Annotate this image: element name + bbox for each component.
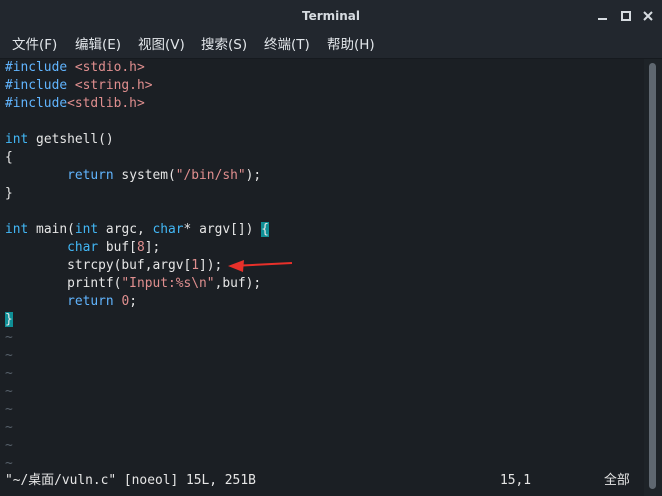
code-line-7: return system("/bin/sh"); <box>67 168 262 183</box>
code-line-1: #include <stdio.h> <box>5 60 145 75</box>
scrollbar[interactable] <box>644 59 662 496</box>
code-line-6: { <box>5 150 13 165</box>
code-line-13: printf("Input:%s\n",buf); <box>5 276 262 291</box>
maximize-icon <box>621 11 631 21</box>
empty-line-tilde: ~ <box>5 456 13 471</box>
status-file-info: "~/桌面/vuln.c" [noeol] 15L, 251B <box>5 473 256 488</box>
code-line-14: return 0; <box>67 294 137 309</box>
title-bar: Terminal <box>0 0 662 32</box>
matching-brace-highlight: { <box>261 222 269 237</box>
menu-search[interactable]: 搜索(S) <box>201 32 247 58</box>
code-line-2: #include <string.h> <box>5 78 153 93</box>
code-line-5: int getshell() <box>5 132 114 147</box>
terminal-area[interactable]: #include <stdio.h> #include <string.h> #… <box>0 59 644 496</box>
status-cursor-position: 15,1 <box>500 473 532 488</box>
code-line-10: int main(int argc, char* argv[]) { <box>5 222 269 237</box>
empty-line-tilde: ~ <box>5 402 13 417</box>
menu-view[interactable]: 视图(V) <box>138 32 185 58</box>
maximize-button[interactable] <box>619 9 633 23</box>
minimize-button[interactable] <box>596 9 610 23</box>
text-cursor: } <box>5 312 13 327</box>
empty-line-tilde: ~ <box>5 330 13 345</box>
menu-edit[interactable]: 编辑(E) <box>75 32 121 58</box>
menu-terminal[interactable]: 终端(T) <box>264 32 310 58</box>
code-line-11: char buf[8]; <box>67 240 161 255</box>
close-button[interactable] <box>641 9 655 23</box>
code-line-3: #include<stdlib.h> <box>5 96 145 111</box>
empty-line-tilde: ~ <box>5 438 13 453</box>
empty-line-tilde: ~ <box>5 384 13 399</box>
window-title: Terminal <box>301 9 361 23</box>
empty-line-tilde: ~ <box>5 348 13 363</box>
empty-line-tilde: ~ <box>5 366 13 381</box>
red-arrow-annotation <box>228 260 293 272</box>
empty-line-tilde: ~ <box>5 420 13 435</box>
close-icon <box>643 11 653 21</box>
menu-file[interactable]: 文件(F) <box>12 32 57 58</box>
code-line-15: } <box>5 311 13 329</box>
status-scroll-indicator: 全部 <box>604 473 630 488</box>
code-line-12: strcpy(buf,argv[1]); <box>5 258 223 273</box>
menu-bar: 文件(F) 编辑(E) 视图(V) 搜索(S) 终端(T) 帮助(H) <box>0 32 662 59</box>
minimize-icon <box>598 18 607 20</box>
code-line-8: } <box>5 186 13 201</box>
scrollbar-thumb[interactable] <box>649 63 656 489</box>
menu-help[interactable]: 帮助(H) <box>327 32 375 58</box>
